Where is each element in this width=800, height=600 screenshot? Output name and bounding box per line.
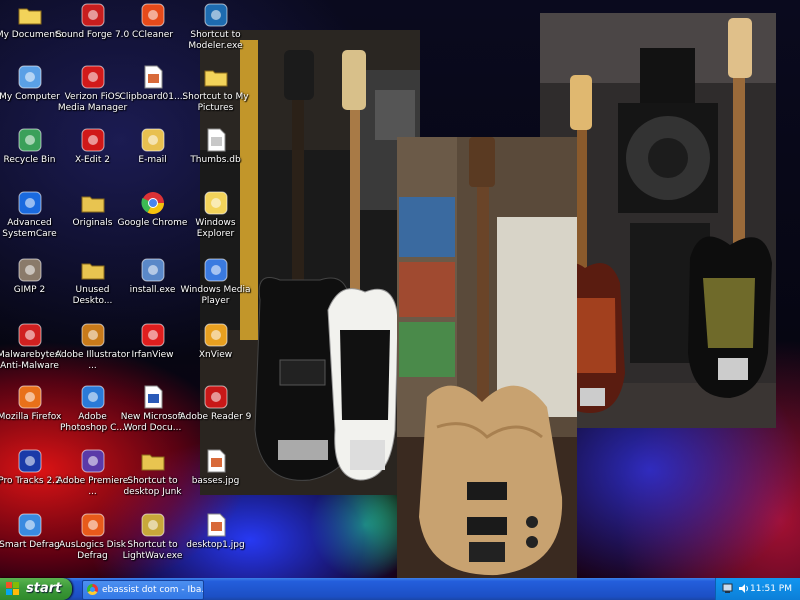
system-tray: 11:51 PM xyxy=(715,578,800,600)
image-file-icon xyxy=(203,448,229,474)
malwarebytes-icon xyxy=(17,322,43,348)
email-icon xyxy=(140,127,166,153)
folder-icon xyxy=(80,190,106,216)
desktop-icon-adobe-reader[interactable]: Adobe Reader 9 xyxy=(178,384,253,423)
desktop-icon-label: basses.jpg xyxy=(191,476,240,486)
desktop-icon-label: XnView xyxy=(198,350,233,360)
desktop[interactable]: My Documents Sound Forge 7.0 CCleaner Short… xyxy=(0,0,800,578)
image-file-icon xyxy=(203,512,229,538)
network-icon[interactable] xyxy=(722,583,733,594)
modeler-icon xyxy=(203,2,229,28)
smart-defrag-icon xyxy=(17,512,43,538)
start-label: start xyxy=(26,581,62,596)
taskbar-item-label: ebassist dot com - Iba... xyxy=(102,585,204,595)
desktop-icon-xnview[interactable]: XnView xyxy=(178,322,253,361)
desktop-icon-label: Windows Explorer xyxy=(195,218,236,239)
auslogics-icon xyxy=(80,512,106,538)
explorer-icon xyxy=(203,190,229,216)
desktop-icon-label: Adobe Reader 9 xyxy=(179,412,252,422)
desktop-icon-windows-explorer[interactable]: Windows Explorer xyxy=(178,190,253,240)
lightwave-icon xyxy=(140,512,166,538)
folder-docs-icon xyxy=(17,2,43,28)
clock: 11:51 PM xyxy=(750,584,792,594)
recycle-bin-icon xyxy=(17,127,43,153)
desktop-icon-modeler-shortcut[interactable]: Shortcut to Modeler.exe xyxy=(178,2,253,52)
desktop-icon-thumbs-db[interactable]: Thumbs.db xyxy=(178,127,253,166)
chrome-icon xyxy=(87,584,98,595)
irfanview-icon xyxy=(140,322,166,348)
start-button[interactable]: start xyxy=(0,578,72,600)
desktop-icon-label: Windows Media Player xyxy=(180,285,251,306)
desktop-icon-basses-jpg[interactable]: basses.jpg xyxy=(178,448,253,487)
computer-icon xyxy=(17,64,43,90)
word-doc-icon xyxy=(140,384,166,410)
desktop-icon-my-pictures-shortcut[interactable]: Shortcut to My Pictures xyxy=(178,64,253,114)
photoshop-icon xyxy=(80,384,106,410)
gimp-icon xyxy=(17,257,43,283)
sound-forge-icon xyxy=(80,2,106,28)
desktop-icon-windows-media-player[interactable]: Windows Media Player xyxy=(178,257,253,307)
desktop-icon-label: desktop1.jpg xyxy=(186,540,245,550)
systemcare-icon xyxy=(17,190,43,216)
folder-icon xyxy=(80,257,106,283)
pro-tracks-icon xyxy=(17,448,43,474)
folder-pictures-icon xyxy=(203,64,229,90)
volume-icon[interactable] xyxy=(738,583,749,594)
verizon-icon xyxy=(80,64,106,90)
premiere-icon xyxy=(80,448,106,474)
desktop-icon-label: Shortcut to My Pictures xyxy=(182,92,249,113)
ccleaner-icon xyxy=(140,2,166,28)
xnview-icon xyxy=(203,322,229,348)
taskbar: start ebassist dot com - Iba... 11:51 PM xyxy=(0,578,800,600)
image-file-icon xyxy=(140,64,166,90)
taskbar-item-ebassist[interactable]: ebassist dot com - Iba... xyxy=(82,580,204,600)
media-player-icon xyxy=(203,257,229,283)
bass-photo-middle xyxy=(397,137,577,578)
desktop-icon-label: Thumbs.db xyxy=(190,155,241,165)
db-file-icon xyxy=(203,127,229,153)
firefox-icon xyxy=(17,384,43,410)
illustrator-icon xyxy=(80,322,106,348)
windows-logo-icon xyxy=(6,582,19,595)
desktop-icon-label: Shortcut to Modeler.exe xyxy=(188,30,243,51)
folder-icon xyxy=(140,448,166,474)
x-edit-icon xyxy=(80,127,106,153)
chrome-icon xyxy=(140,190,166,216)
adobe-reader-icon xyxy=(203,384,229,410)
installer-icon xyxy=(140,257,166,283)
desktop-icon-desktop1-jpg[interactable]: desktop1.jpg xyxy=(178,512,253,551)
